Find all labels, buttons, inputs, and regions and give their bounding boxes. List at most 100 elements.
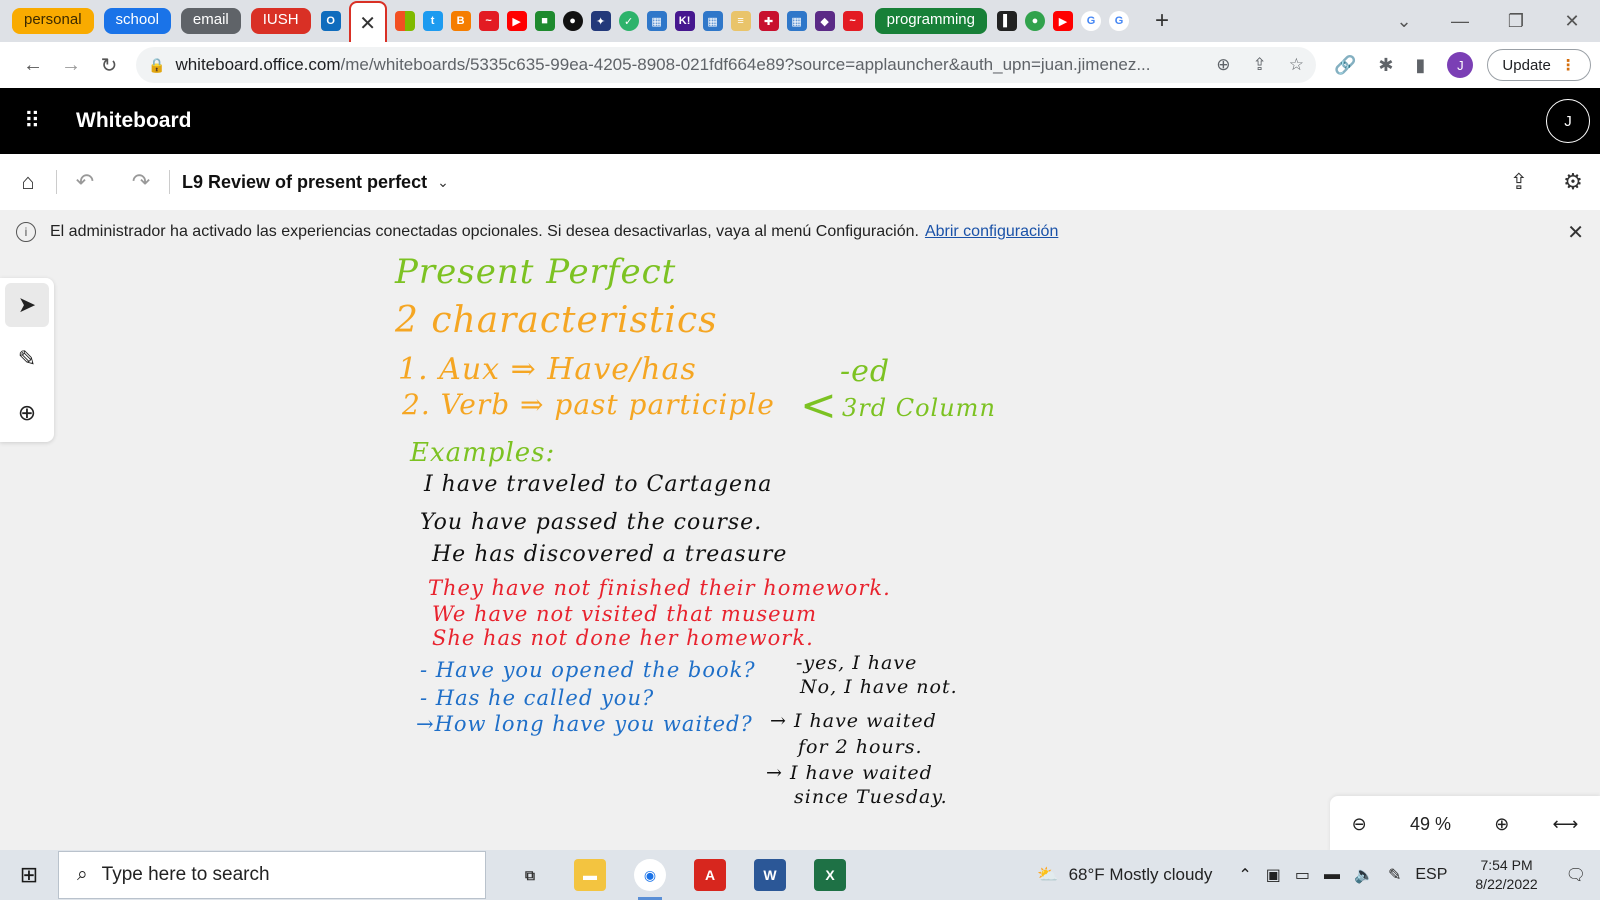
home-icon[interactable]: ⌂: [0, 169, 56, 195]
file-explorer-icon[interactable]: ▬: [574, 859, 606, 891]
fit-to-screen-icon[interactable]: ⟷: [1553, 814, 1579, 835]
outlook-tab-icon[interactable]: O: [320, 11, 341, 31]
network-icon[interactable]: ▭: [1295, 865, 1310, 885]
chrome-icon[interactable]: ◉: [634, 859, 666, 900]
url-path: /me/whiteboards/5335c635-99ea-4205-8908-…: [340, 55, 1151, 74]
puzzle-extensions-icon[interactable]: ✱: [1378, 55, 1393, 76]
windows-start-icon[interactable]: ⊞: [0, 862, 58, 888]
language-indicator[interactable]: ESP: [1415, 866, 1447, 884]
meet-icon[interactable]: ▣: [1266, 865, 1281, 885]
google-tab-icon[interactable]: G: [1080, 11, 1101, 31]
update-button[interactable]: Update ⋮: [1487, 49, 1591, 81]
tab-group-personal[interactable]: personal: [12, 8, 94, 34]
reload-icon[interactable]: ↻: [90, 53, 128, 78]
blue-grid-tab-icon-2[interactable]: ▦: [702, 11, 723, 31]
tab-group-programming[interactable]: programming: [874, 8, 987, 34]
open-settings-link[interactable]: Abrir configuración: [925, 223, 1058, 241]
side-panel-icon[interactable]: ▮: [1416, 55, 1426, 76]
undo-icon[interactable]: ↶: [57, 169, 113, 195]
ink-negative-2: We have not visited that museum: [432, 602, 818, 626]
red-wave-tab-icon-2[interactable]: ~: [842, 11, 863, 31]
blogger-tab-icon[interactable]: B: [450, 11, 471, 31]
ink-example-1: I have traveled to Cartagena: [424, 472, 773, 497]
lock-icon[interactable]: 🔒: [148, 57, 165, 74]
forward-arrow-icon[interactable]: →: [52, 54, 90, 77]
tool-panel: ➤ ✎ ⊕: [0, 278, 54, 442]
chevron-down-icon[interactable]: ⌄: [437, 174, 449, 191]
red-wave-tab-icon[interactable]: ~: [478, 11, 499, 31]
restore-button[interactable]: ❐: [1488, 11, 1544, 32]
battery-icon[interactable]: ▬: [1324, 866, 1340, 884]
app-launcher-icon[interactable]: ⠿: [0, 108, 64, 134]
task-view-icon[interactable]: ⧉: [514, 859, 546, 891]
search-icon: ⌕: [77, 864, 88, 885]
pen-tool[interactable]: ✎: [0, 332, 54, 386]
ink-branch-column: 3rd Column: [842, 394, 996, 422]
add-tool[interactable]: ⊕: [0, 386, 54, 440]
chevron-up-icon[interactable]: ⌃: [1238, 865, 1251, 885]
pinned-tab-icons: t B ~ ▶ ■ ● ✦ ✓ ▦ K! ▦ ≡ ✚ ▦ ◆ ~: [394, 11, 863, 31]
microsoft-tab-icon[interactable]: [394, 11, 415, 31]
close-icon[interactable]: ✕: [1567, 220, 1584, 245]
tab-group-school[interactable]: school: [103, 8, 171, 34]
minimize-button[interactable]: —: [1432, 11, 1488, 32]
share-icon[interactable]: ⇪: [1253, 55, 1267, 75]
document-title[interactable]: L9 Review of present perfect: [182, 172, 427, 193]
app-title: Whiteboard: [76, 109, 192, 132]
tab-search-icon[interactable]: ⌄: [1376, 11, 1432, 32]
green-circle-tab-icon[interactable]: ●: [1024, 11, 1045, 31]
system-tray: ⛅ 68°F Mostly cloudy ⌃ ▣ ▭ ▬ 🔈 ✎ ESP 7:5…: [1037, 856, 1600, 894]
tab-group-iush[interactable]: IUSH: [250, 8, 311, 34]
taskbar-search-input[interactable]: ⌕ Type here to search: [58, 851, 486, 899]
flag-tab-icon[interactable]: ✦: [590, 11, 611, 31]
select-tool[interactable]: ➤: [0, 278, 54, 332]
weather-text: 68°F Mostly cloudy: [1068, 865, 1213, 884]
check-tab-icon[interactable]: ✓: [618, 11, 639, 31]
zoom-out-icon[interactable]: ⊖: [1352, 814, 1367, 835]
kahoot-tab-icon[interactable]: K!: [674, 11, 695, 31]
dark-tab-icon[interactable]: ▌: [996, 11, 1017, 31]
youtube-tab-icon[interactable]: ▶: [506, 11, 527, 31]
ink-rule-2: 2. Verb ⇒ past participle: [402, 388, 775, 421]
ink-answer-1a: -yes, I have: [796, 652, 918, 674]
green-square-tab-icon[interactable]: ■: [534, 11, 555, 31]
notifications-icon[interactable]: 🗨: [1566, 865, 1586, 885]
url-field[interactable]: 🔒 whiteboard.office.com /me/whiteboards/…: [136, 47, 1316, 83]
volume-icon[interactable]: 🔈: [1354, 865, 1374, 885]
weather-widget[interactable]: ⛅ 68°F Mostly cloudy: [1037, 865, 1212, 885]
github-tab-icon[interactable]: ●: [562, 11, 583, 31]
bookmark-star-icon[interactable]: ☆: [1289, 55, 1304, 75]
google-tab-icon-2[interactable]: G: [1108, 11, 1129, 31]
twitter-tab-icon[interactable]: t: [422, 11, 443, 31]
youtube-tab-icon-2[interactable]: ▶: [1052, 11, 1073, 31]
back-arrow-icon[interactable]: ←: [14, 54, 52, 77]
link-extension-icon[interactable]: 🔗: [1334, 55, 1356, 76]
zoom-icon[interactable]: ⊕: [1216, 55, 1230, 75]
notes-tab-icon[interactable]: ≡: [730, 11, 751, 31]
blue-grid-tab-icon[interactable]: ▦: [646, 11, 667, 31]
clock[interactable]: 7:54 PM 8/22/2022: [1475, 856, 1537, 894]
zoom-controls: ⊖ 49 % ⊕ ⟷: [1330, 796, 1600, 850]
user-account-button[interactable]: J: [1546, 99, 1590, 143]
ink-subtitle: 2 characteristics: [395, 300, 718, 341]
active-tab-close-button[interactable]: ✕: [348, 1, 387, 43]
redo-icon[interactable]: ↷: [113, 169, 169, 195]
pen-input-icon[interactable]: ✎: [1388, 865, 1401, 885]
word-icon[interactable]: W: [754, 859, 786, 891]
close-window-button[interactable]: ✕: [1544, 11, 1600, 32]
acrobat-icon[interactable]: A: [694, 859, 726, 891]
tab-group-email[interactable]: email: [180, 8, 241, 34]
clock-time: 7:54 PM: [1480, 857, 1533, 873]
profile-avatar[interactable]: J: [1447, 52, 1474, 78]
excel-icon[interactable]: X: [814, 859, 846, 891]
gear-icon[interactable]: ⚙: [1546, 169, 1600, 195]
zoom-in-icon[interactable]: ⊕: [1494, 814, 1509, 835]
blue-grid-tab-icon-3[interactable]: ▦: [786, 11, 807, 31]
share-icon[interactable]: ⇪: [1492, 169, 1546, 195]
new-tab-button[interactable]: +: [1155, 7, 1169, 35]
uk-flag-tab-icon[interactable]: ✚: [758, 11, 779, 31]
shield-tab-icon[interactable]: ◆: [814, 11, 835, 31]
ink-question-3: →How long have you waited?: [416, 712, 753, 736]
whiteboard-canvas[interactable]: ➤ ✎ ⊕ Present Perfect 2 characteristics …: [0, 254, 1600, 850]
ink-question-1: - Have you opened the book?: [420, 658, 756, 682]
